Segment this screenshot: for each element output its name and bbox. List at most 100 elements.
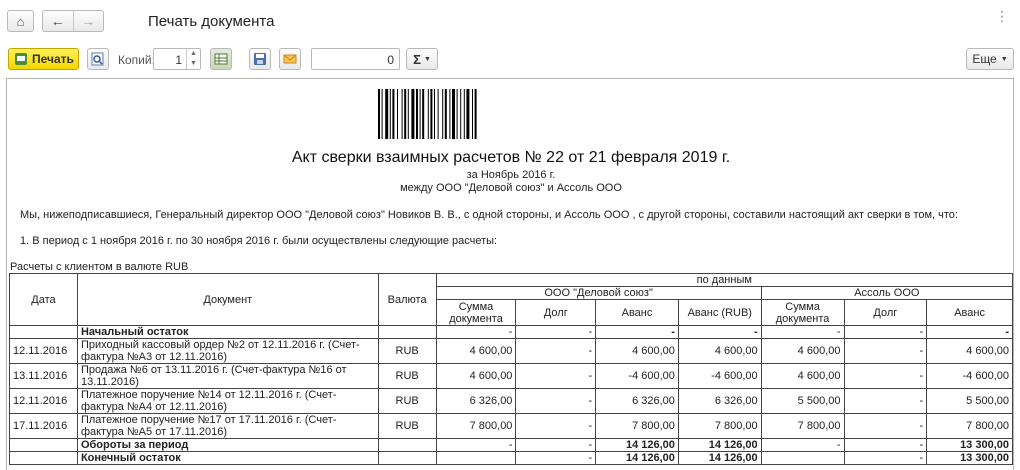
col-header-debt: Долг	[515, 299, 597, 326]
send-email-button[interactable]	[279, 48, 301, 70]
copies-input[interactable]: 1 ▲ ▼	[153, 48, 201, 70]
table-row: 12.11.2016 Платежное поручение №14 от 12.…	[9, 388, 1013, 414]
magnifier-icon	[91, 52, 104, 66]
date-cell: 12.11.2016	[9, 338, 78, 364]
amount-cell: 5 500,00	[926, 388, 1013, 414]
amount-cell: -	[515, 325, 597, 339]
table-icon	[214, 53, 228, 65]
amount-cell: -	[515, 338, 597, 364]
amount-cell: -	[760, 438, 845, 452]
table-body: Начальный остаток - - - - - - -12.11.2016 Приход…	[9, 325, 1013, 465]
sum-field[interactable]: 0	[311, 48, 400, 70]
col-header-advance: Аванс	[595, 299, 679, 326]
amount-cell: 7 800,00	[595, 413, 679, 439]
sum-mode-button[interactable]: Σ ▼	[406, 48, 438, 70]
amount-cell: 7 800,00	[435, 413, 517, 439]
amount-cell: -4 600,00	[926, 363, 1013, 389]
save-button[interactable]	[249, 48, 271, 70]
amount-cell: -	[515, 363, 597, 389]
amount-cell: -	[760, 325, 845, 339]
act-period: за Ноябрь 2016 г.	[466, 169, 556, 181]
amount-cell: 6 326,00	[435, 388, 517, 414]
amount-cell: 4 600,00	[595, 338, 679, 364]
amount-cell: -	[595, 325, 679, 339]
table-row: 13.11.2016 Продажа №6 от 13.11.2016 г. (С…	[9, 363, 1013, 389]
amount-cell: 4 600,00	[926, 338, 1013, 364]
amount-cell: 13 300,00	[926, 438, 1013, 452]
empty-cell	[9, 325, 78, 339]
amount-cell: 4 600,00	[435, 338, 517, 364]
forward-button[interactable]: →	[72, 11, 104, 31]
amount-cell: 14 126,00	[595, 451, 679, 465]
col-header-party2: Ассоль ООО	[760, 286, 1013, 300]
currency-cell: RUB	[377, 338, 437, 364]
currency-cell: RUB	[377, 363, 437, 389]
row-label: Обороты за период	[76, 438, 379, 452]
amount-cell: 4 600,00	[760, 363, 845, 389]
chevron-down-icon: ▼	[1000, 55, 1008, 63]
table-row-opening: Начальный остаток - - - - - - -	[9, 325, 1013, 339]
chevron-down-icon: ▼	[423, 55, 431, 63]
print-button[interactable]: Печать	[8, 48, 79, 70]
document-cell: Платежное поручение №17 от 17.11.2016 г.…	[76, 413, 379, 439]
act-parties: между ООО "Деловой союз" и Ассоль ООО	[400, 182, 622, 194]
amount-cell: 7 800,00	[677, 413, 762, 439]
table-edit-button[interactable]	[210, 48, 232, 70]
amount-cell: -	[926, 325, 1013, 339]
barcode-image	[378, 89, 477, 139]
col-header-sum-doc: Сумма документа	[760, 299, 845, 326]
amount-cell: 14 126,00	[595, 438, 679, 452]
col-header-by-data: по данным	[435, 273, 1013, 287]
back-button[interactable]: ←	[43, 11, 73, 31]
table-caption: Расчеты с клиентом в валюте RUB	[10, 261, 189, 273]
amount-cell: -	[843, 338, 928, 364]
col-header-debt: Долг	[843, 299, 928, 326]
toolbar: Печать Копий: 1 ▲ ▼ 0 Σ ▼ Еще ▼	[0, 44, 1020, 74]
row-label: Начальный остаток	[76, 325, 379, 339]
amount-cell: -4 600,00	[677, 363, 762, 389]
amount-cell	[760, 451, 845, 465]
amount-cell: -	[843, 438, 928, 452]
print-button-label: Печать	[32, 52, 74, 66]
document-area[interactable]: Акт сверки взаимных расчетов № 22 от 21 …	[6, 78, 1014, 470]
table-row: 17.11.2016 Платежное поручение №17 от 17.…	[9, 413, 1013, 439]
home-button[interactable]: ⌂	[7, 10, 34, 32]
empty-cell	[377, 451, 437, 465]
copies-label: Копий:	[118, 53, 155, 67]
act-title: Акт сверки взаимных расчетов № 22 от 21 …	[291, 149, 731, 166]
date-cell: 17.11.2016	[9, 413, 78, 439]
floppy-disk-icon	[254, 53, 266, 65]
document-cell: Платежное поручение №14 от 12.11.2016 г.…	[76, 388, 379, 414]
col-header-date: Дата	[9, 273, 78, 326]
sum-value: 0	[387, 53, 394, 67]
empty-cell	[9, 451, 78, 465]
amount-cell: -	[515, 388, 597, 414]
amount-cell: -	[515, 438, 597, 452]
amount-cell: -	[515, 451, 597, 465]
amount-cell: -	[843, 363, 928, 389]
col-header-advance: Аванс	[926, 299, 1013, 326]
amount-cell: 6 326,00	[677, 388, 762, 414]
act-period-text: 1. В период с 1 ноября 2016 г. по 30 ноя…	[20, 235, 498, 247]
amount-cell: -	[435, 438, 517, 452]
empty-cell	[377, 438, 437, 452]
home-icon: ⌂	[16, 13, 25, 29]
date-cell: 12.11.2016	[9, 388, 78, 414]
amount-cell: 7 800,00	[926, 413, 1013, 439]
more-button[interactable]: Еще ▼	[966, 48, 1014, 70]
amount-cell: 14 126,00	[677, 438, 762, 452]
amount-cell	[435, 451, 517, 465]
col-header-document: Документ	[76, 273, 379, 326]
document-cell: Продажа №6 от 13.11.2016 г. (Счет-фактур…	[76, 363, 379, 389]
sigma-icon: Σ	[413, 51, 421, 67]
table-row: 12.11.2016 Приходный кассовый ордер №2 от…	[9, 338, 1013, 364]
window-title: Печать документа	[148, 13, 275, 30]
amount-cell: 13 300,00	[926, 451, 1013, 465]
copies-value: 1	[175, 53, 182, 67]
title-bar: ⌂ ← → Печать документа ⋮	[0, 0, 1020, 42]
table-row-turnover: Обороты за период - -14 126,00 14 126,00- -1…	[9, 438, 1013, 452]
window-more-icon[interactable]: ⋮	[995, 8, 1010, 25]
preview-button[interactable]	[87, 48, 109, 70]
col-header-advance-rub: Аванс (RUB)	[677, 299, 762, 326]
copies-stepper[interactable]: ▲ ▼	[186, 49, 200, 69]
